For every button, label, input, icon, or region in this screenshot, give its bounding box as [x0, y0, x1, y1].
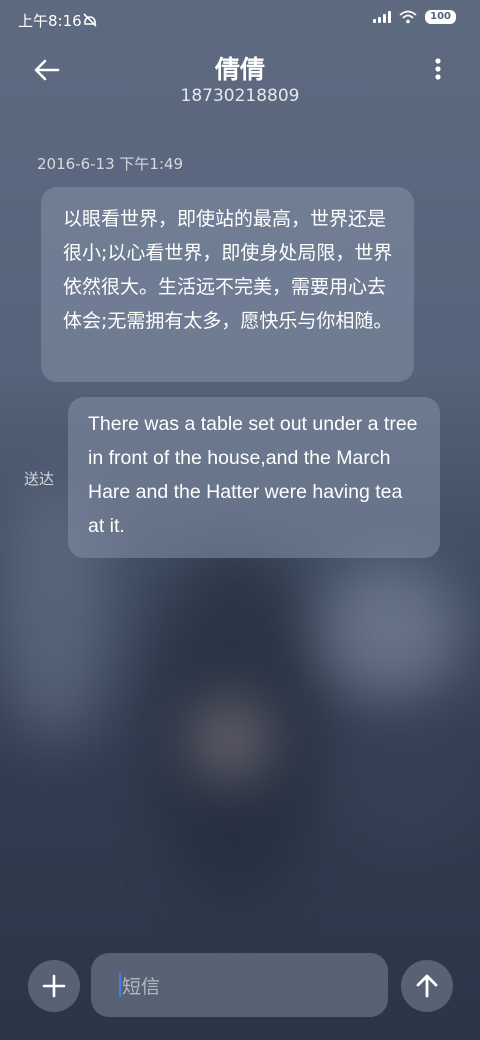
contact-name: 倩倩: [214, 55, 265, 84]
wifi-icon: [399, 10, 417, 24]
status-bar: 上午8:16 100: [0, 0, 480, 40]
signal-icon: [373, 11, 392, 23]
delivery-status: 送达: [24, 470, 55, 488]
arrow-up-icon: [416, 974, 438, 998]
status-icons: 100: [373, 10, 456, 24]
plus-icon: [42, 974, 66, 998]
more-vertical-icon: [435, 58, 441, 80]
send-button[interactable]: [401, 960, 453, 1012]
message-timestamp: 2016-6-13 下午1:49: [37, 155, 184, 173]
incoming-message-bubble[interactable]: 以眼看世界，即使站的最高，世界还是很小;以心看世界，即使身处局限，世界依然很大。…: [41, 187, 414, 382]
contact-number: 18730218809: [180, 86, 300, 106]
outgoing-message-bubble[interactable]: There was a table set out under a tree i…: [68, 397, 440, 558]
input-placeholder: 短信: [122, 975, 161, 998]
status-time: 上午8:16: [18, 12, 82, 30]
battery-icon: 100: [425, 10, 456, 24]
background-blur: [330, 730, 480, 840]
more-options-button[interactable]: [426, 52, 450, 88]
message-text: There was a table set out under a tree i…: [88, 413, 418, 537]
message-text: 以眼看世界，即使站的最高，世界还是很小;以心看世界，即使身处局限，世界依然很大。…: [63, 208, 393, 332]
background-blur: [190, 700, 270, 780]
background-blur: [320, 560, 460, 700]
attach-button[interactable]: [28, 960, 80, 1012]
do-not-disturb-icon: [83, 13, 97, 27]
text-cursor: [119, 973, 121, 997]
message-input[interactable]: 短信: [91, 953, 388, 1017]
